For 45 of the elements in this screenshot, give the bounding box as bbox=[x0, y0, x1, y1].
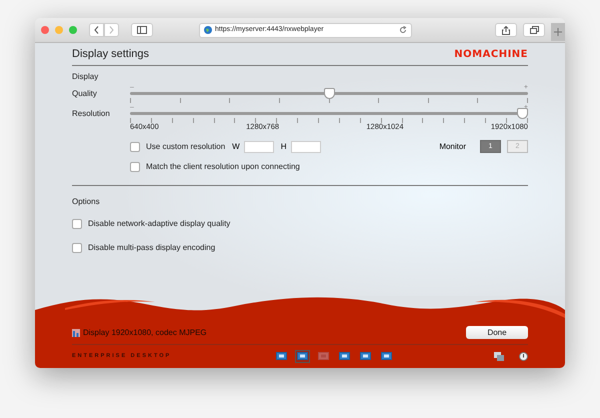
reload-icon[interactable] bbox=[399, 26, 407, 34]
section-heading: Display bbox=[72, 71, 100, 83]
height-label: H bbox=[280, 140, 286, 153]
chart-icon bbox=[72, 328, 80, 336]
screen-icon[interactable] bbox=[295, 350, 310, 362]
tabs-icon bbox=[530, 26, 538, 34]
checkbox[interactable] bbox=[72, 243, 82, 254]
height-field[interactable] bbox=[290, 140, 320, 153]
checkbox-label: Match the client resolution upon connecting bbox=[146, 161, 300, 174]
power-icon[interactable] bbox=[519, 352, 528, 360]
chevron-right-icon bbox=[109, 26, 114, 34]
back-button[interactable] bbox=[89, 23, 104, 37]
brand-logo: NOMACHINE bbox=[454, 48, 528, 62]
slider-thumb[interactable] bbox=[324, 88, 334, 99]
tabs-button[interactable] bbox=[523, 23, 545, 37]
checkbox[interactable] bbox=[72, 219, 82, 230]
screen-icon[interactable] bbox=[274, 350, 289, 362]
slider-thumb[interactable] bbox=[517, 108, 528, 119]
monitor-label: Monitor bbox=[439, 140, 466, 153]
section-heading: Options bbox=[72, 196, 101, 208]
globe-icon bbox=[204, 26, 212, 34]
sidebar-button[interactable] bbox=[131, 23, 153, 37]
width-label: W bbox=[232, 140, 240, 153]
close-icon[interactable] bbox=[41, 26, 49, 34]
checkbox[interactable] bbox=[130, 162, 140, 172]
maximize-icon[interactable] bbox=[69, 26, 77, 34]
checkbox-label: Disable multi-pass display encoding bbox=[88, 242, 216, 254]
slider-label: Resolution bbox=[72, 108, 111, 120]
checkbox-label: Use custom resolution bbox=[146, 140, 226, 153]
done-button[interactable]: Done bbox=[466, 326, 528, 339]
screen-icon[interactable] bbox=[337, 350, 352, 362]
checkbox-label: Disable network-adaptive display quality bbox=[88, 218, 230, 230]
chevron-left-icon bbox=[94, 26, 99, 34]
screen-icon[interactable] bbox=[358, 350, 373, 362]
share-icon bbox=[502, 26, 510, 34]
status-text: Display 1920x1080, codec MJPEG bbox=[83, 326, 207, 338]
new-tab-button[interactable] bbox=[551, 23, 565, 41]
screen-icon[interactable] bbox=[379, 350, 394, 362]
sidebar-icon bbox=[137, 26, 147, 34]
width-field[interactable] bbox=[244, 140, 274, 153]
settings-title: Display settings bbox=[72, 46, 150, 62]
plus-icon bbox=[554, 28, 562, 36]
share-button[interactable] bbox=[495, 23, 517, 37]
slider-label: Quality bbox=[72, 88, 98, 100]
checkbox[interactable] bbox=[130, 142, 140, 152]
